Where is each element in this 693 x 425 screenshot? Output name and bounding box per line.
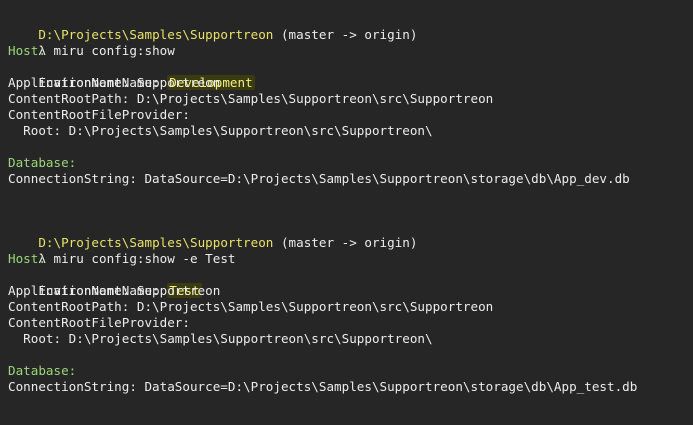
content-root-path-row: ContentRootPath: D:\Projects\Samples\Sup… [8, 91, 494, 106]
prompt-line: D:\Projects\Samples\Supportreon (master … [8, 219, 417, 250]
root-row: Root: D:\Projects\Samples\Supportreon\sr… [8, 331, 433, 346]
connection-string-row: ConnectionString: DataSource=D:\Projects… [8, 171, 630, 186]
connection-string-row: ConnectionString: DataSource=D:\Projects… [8, 379, 638, 394]
prompt-line: D:\Projects\Samples\Supportreon (master … [8, 11, 417, 42]
application-name-row: ApplicationName: Supportreon [8, 283, 221, 298]
content-root-provider-row: ContentRootFileProvider: [8, 107, 190, 122]
host-label: Host: [8, 43, 46, 58]
environment-name-row: EnvironmentName: Test [8, 267, 202, 298]
prompt-branch: (master -> origin) [273, 27, 418, 42]
content-root-provider-row: ContentRootFileProvider: [8, 315, 190, 330]
content-root-path-row: ContentRootPath: D:\Projects\Samples\Sup… [8, 299, 494, 314]
terminal-window[interactable]: D:\Projects\Samples\Supportreon (master … [0, 0, 693, 425]
host-label: Host: [8, 251, 46, 266]
command-text: miru config:show -e Test [45, 251, 236, 266]
command-line: λ miru config:show [8, 27, 175, 58]
database-label: Database: [8, 363, 77, 378]
environment-name-row: EnvironmentName: Development [8, 59, 255, 90]
prompt-branch: (master -> origin) [273, 235, 418, 250]
command-text: miru config:show [45, 43, 175, 58]
application-name-row: ApplicationName: Supportreon [8, 75, 221, 90]
command-line: λ miru config:show -e Test [8, 235, 235, 266]
database-label: Database: [8, 155, 77, 170]
root-row: Root: D:\Projects\Samples\Supportreon\sr… [8, 123, 433, 138]
